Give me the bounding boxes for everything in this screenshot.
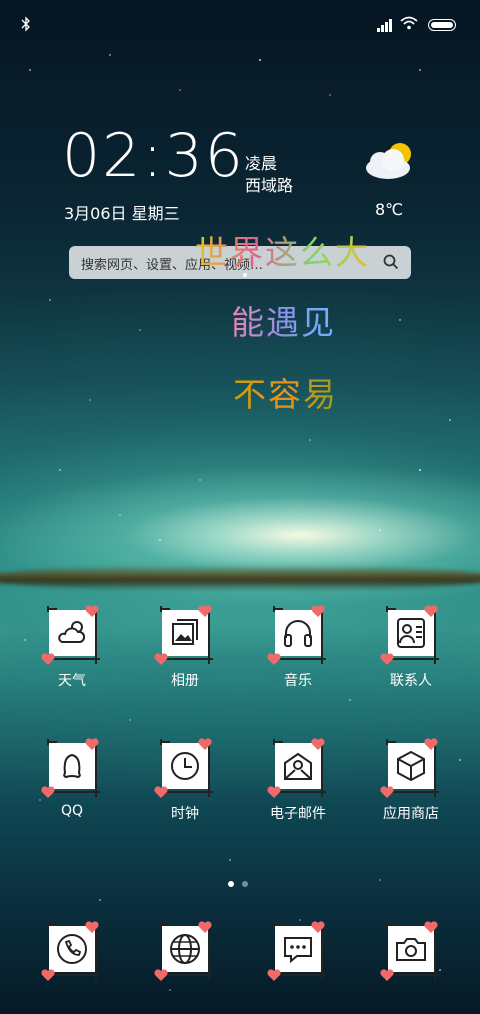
- heart-icon: [153, 651, 169, 665]
- heart-icon: [423, 736, 439, 750]
- app-phone[interactable]: [22, 914, 122, 1014]
- heart-icon: [379, 967, 395, 981]
- page-dot-2[interactable]: [242, 881, 248, 887]
- app-label: 联系人: [390, 673, 432, 689]
- heart-icon: [153, 784, 169, 798]
- app-label: 电子邮件: [270, 806, 326, 822]
- battery-icon: [428, 19, 456, 31]
- heart-icon: [197, 919, 213, 933]
- app-clock[interactable]: 时钟: [135, 731, 235, 831]
- heart-icon: [379, 784, 395, 798]
- heart-icon: [84, 919, 100, 933]
- app-messages[interactable]: [248, 914, 348, 1014]
- heart-icon: [266, 651, 282, 665]
- heart-icon: [310, 603, 326, 617]
- partly-cloudy-icon[interactable]: [362, 140, 418, 184]
- clock-location: 西域路: [245, 176, 294, 195]
- app-label: 时钟: [171, 806, 199, 822]
- app-label: 相册: [171, 673, 199, 689]
- clock-time[interactable]: 02:36: [62, 126, 245, 186]
- heart-icon: [153, 967, 169, 981]
- galaxy-dust-band: [0, 565, 480, 591]
- art-text-line3: 不容易: [233, 368, 338, 416]
- heart-icon: [197, 603, 213, 617]
- app-mail[interactable]: 电子邮件: [248, 731, 348, 831]
- app-app-store[interactable]: 应用商店: [361, 731, 461, 831]
- heart-icon: [423, 603, 439, 617]
- app-label: 天气: [58, 673, 86, 689]
- app-contacts[interactable]: 联系人: [361, 598, 461, 698]
- page-indicator[interactable]: [228, 872, 256, 891]
- heart-icon: [197, 736, 213, 750]
- heart-icon: [84, 736, 100, 750]
- temperature: 8℃: [375, 200, 404, 219]
- bluetooth-icon: [21, 16, 31, 36]
- app-gallery[interactable]: 相册: [135, 598, 235, 698]
- art-text-line1: 世界这么大: [195, 226, 370, 274]
- app-label: 应用商店: [383, 806, 439, 822]
- heart-icon: [310, 736, 326, 750]
- app-camera[interactable]: [361, 914, 461, 1014]
- app-label: QQ: [60, 803, 84, 819]
- app-headphones[interactable]: 音乐: [248, 598, 348, 698]
- status-bar: [0, 14, 480, 36]
- heart-icon: [266, 784, 282, 798]
- app-browser[interactable]: [135, 914, 235, 1014]
- heart-icon: [40, 784, 56, 798]
- wifi-icon: [400, 16, 418, 34]
- heart-icon: [40, 967, 56, 981]
- heart-icon: [40, 651, 56, 665]
- app-qq[interactable]: QQ: [22, 731, 122, 831]
- heart-icon: [423, 919, 439, 933]
- clock-period: 凌晨: [245, 154, 278, 173]
- heart-icon: [379, 651, 395, 665]
- clock-date[interactable]: 3月06日 星期三: [64, 200, 180, 224]
- heart-icon: [84, 603, 100, 617]
- signal-icon: [377, 18, 397, 32]
- heart-icon: [310, 919, 326, 933]
- page-dot-1[interactable]: [228, 881, 234, 887]
- search-icon[interactable]: [383, 254, 399, 270]
- art-text-line2: 能遇见: [231, 296, 336, 344]
- heart-icon: [266, 967, 282, 981]
- app-label: 音乐: [284, 673, 312, 689]
- app-weather[interactable]: 天气: [22, 598, 122, 698]
